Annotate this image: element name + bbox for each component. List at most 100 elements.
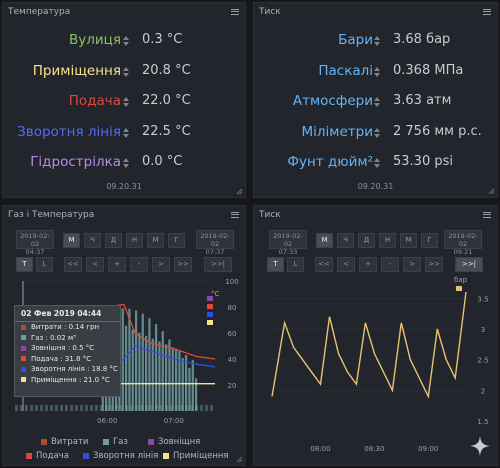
legend-swatch <box>83 452 89 459</box>
legend-swatch <box>103 438 109 445</box>
reading-value: 3.68 бар <box>393 32 451 47</box>
x-tick-label: 07:00 <box>164 417 184 425</box>
sort-arrows-icon[interactable] <box>122 66 130 78</box>
legend-swatch <box>26 452 32 459</box>
pressure-chart[interactable]: 3.5 3 2.5 2 1.5 бар 08:00 08:30 09:00 <box>254 206 498 466</box>
series-swatch <box>207 304 213 309</box>
sort-arrows-icon[interactable] <box>373 157 381 169</box>
tooltip-line: Газ : 0.02 м³ <box>15 333 120 344</box>
sort-arrows-icon[interactable] <box>122 127 130 139</box>
gas-bar <box>50 405 53 411</box>
gas-bar <box>70 405 73 411</box>
legend-label: Зворотня лінія <box>93 451 159 461</box>
reading-label: Подача <box>68 93 121 109</box>
legend-item[interactable]: Газ <box>103 437 128 447</box>
tooltip-line: Приміщення : 21.0 °C <box>15 375 120 386</box>
legend-label: Подача <box>36 451 69 461</box>
sort-arrows-icon[interactable] <box>122 35 130 47</box>
y-tick-label: 80 <box>228 304 237 312</box>
series-swatch <box>207 312 213 317</box>
reading-value: 22.5 °C <box>142 123 191 139</box>
legend-label: Газ <box>113 437 128 447</box>
resize-handle-icon[interactable] <box>236 456 243 463</box>
tooltip-text: Зворотня лінія : 18.8 °C <box>31 365 118 373</box>
sort-arrows-icon[interactable] <box>373 127 381 139</box>
sort-arrows-icon[interactable] <box>373 66 381 78</box>
gas-bar <box>181 358 184 411</box>
sort-arrows-icon[interactable] <box>373 96 381 108</box>
tooltip-title: 02 Фев 2019 04:44 <box>15 306 120 322</box>
legend-item[interactable]: Витрати <box>41 437 88 447</box>
reading-value: 0.368 МПа <box>393 62 464 78</box>
tooltip-swatch <box>21 335 26 340</box>
x-tick-label: 08:00 <box>310 445 330 453</box>
gas-bar <box>171 347 174 411</box>
panel-menu-icon[interactable] <box>483 9 491 15</box>
reading-value: 20.8 °C <box>142 62 191 78</box>
gas-bar <box>25 405 28 411</box>
reading-row: Вулиця 0.3 °C <box>3 32 245 52</box>
reading-value: 53.30 psi <box>393 154 453 169</box>
gas-bar <box>141 313 144 411</box>
gas-bar <box>125 325 128 411</box>
reading-label: Приміщення <box>32 62 121 79</box>
tooltip-text: Газ : 0.02 м³ <box>31 333 76 342</box>
gas-bar <box>165 344 168 411</box>
y-tick-label: 2.5 <box>477 357 488 365</box>
sparkle-icon <box>470 436 490 456</box>
temperature-panel: Температура Вулиця 0.3 °C Приміщення 20.8 °… <box>2 2 246 198</box>
gas-bar <box>30 405 33 411</box>
reading-label: Атмосфери <box>292 93 373 109</box>
tooltip-text: Витрати : 0.14 грн <box>31 323 100 331</box>
tooltip-swatch <box>21 345 26 351</box>
legend-swatch <box>163 452 169 459</box>
legend-item[interactable]: Подача <box>26 451 69 461</box>
gas-bar <box>128 308 131 411</box>
gas-bar <box>188 368 191 411</box>
series-swatch <box>207 296 213 301</box>
gas-bar <box>151 338 154 411</box>
reading-row: Приміщення 20.8 °C <box>3 63 245 83</box>
gas-bar <box>175 348 178 411</box>
gas-bar <box>60 405 63 411</box>
tooltip-text: Приміщення : 21.0 °C <box>31 375 110 384</box>
gas-bar <box>55 405 58 411</box>
pressure-chart-panel: Тиск 2019-02-02 07:33 2019-02-02 09:21 МЧД… <box>253 205 498 466</box>
panel-menu-icon[interactable] <box>231 9 239 15</box>
panel-title: Тиск <box>259 7 281 17</box>
gas-bar <box>45 405 48 411</box>
reading-label: Вулиця <box>69 32 121 48</box>
pressure-series-line <box>271 292 467 399</box>
x-tick-label: 08:30 <box>364 445 384 453</box>
gas-bar <box>185 355 188 411</box>
sort-arrows-icon[interactable] <box>373 35 381 47</box>
tooltip-line: Витрати : 0.14 грн <box>15 322 120 333</box>
reading-label: Паскалі <box>318 62 373 79</box>
sort-arrows-icon[interactable] <box>122 157 130 169</box>
y-tick-label: 2 <box>481 387 485 395</box>
resize-handle-icon[interactable] <box>488 188 495 195</box>
reading-label: Бари <box>338 32 373 48</box>
sort-arrows-icon[interactable] <box>122 96 130 108</box>
gas-bar <box>158 341 161 411</box>
tooltip-swatch <box>21 356 26 361</box>
reading-row: Бари 3.68 бар <box>254 32 497 52</box>
y-tick-label: 1.5 <box>477 418 488 426</box>
legend-item[interactable]: Зворотня лінія <box>83 451 158 461</box>
legend-item[interactable]: Зовніщня <box>148 437 200 447</box>
reading-row: Зворотня лінія 22.5 °C <box>3 124 245 144</box>
tooltip-line: Зворотня лінія : 18.8 °C <box>15 364 120 375</box>
gas-bar <box>168 339 171 411</box>
legend-label: Витрати <box>51 437 89 447</box>
y-tick-label: 20 <box>228 382 237 390</box>
gas-bar <box>40 405 43 411</box>
y-tick-label: 3.5 <box>477 295 488 303</box>
tooltip-line: Подача : 31.8 °C <box>15 354 120 365</box>
resize-handle-icon[interactable] <box>236 188 243 195</box>
tooltip-line: Зовнішня : 0.5 °C <box>15 343 120 354</box>
chart-tooltip: 02 Фев 2019 04:44 Витрати : 0.14 грн Газ … <box>14 305 121 397</box>
legend-item[interactable]: Приміщення <box>163 451 229 461</box>
x-tick-label: 06:00 <box>97 417 117 425</box>
gas-bar <box>205 405 208 411</box>
legend-swatch <box>41 438 47 445</box>
